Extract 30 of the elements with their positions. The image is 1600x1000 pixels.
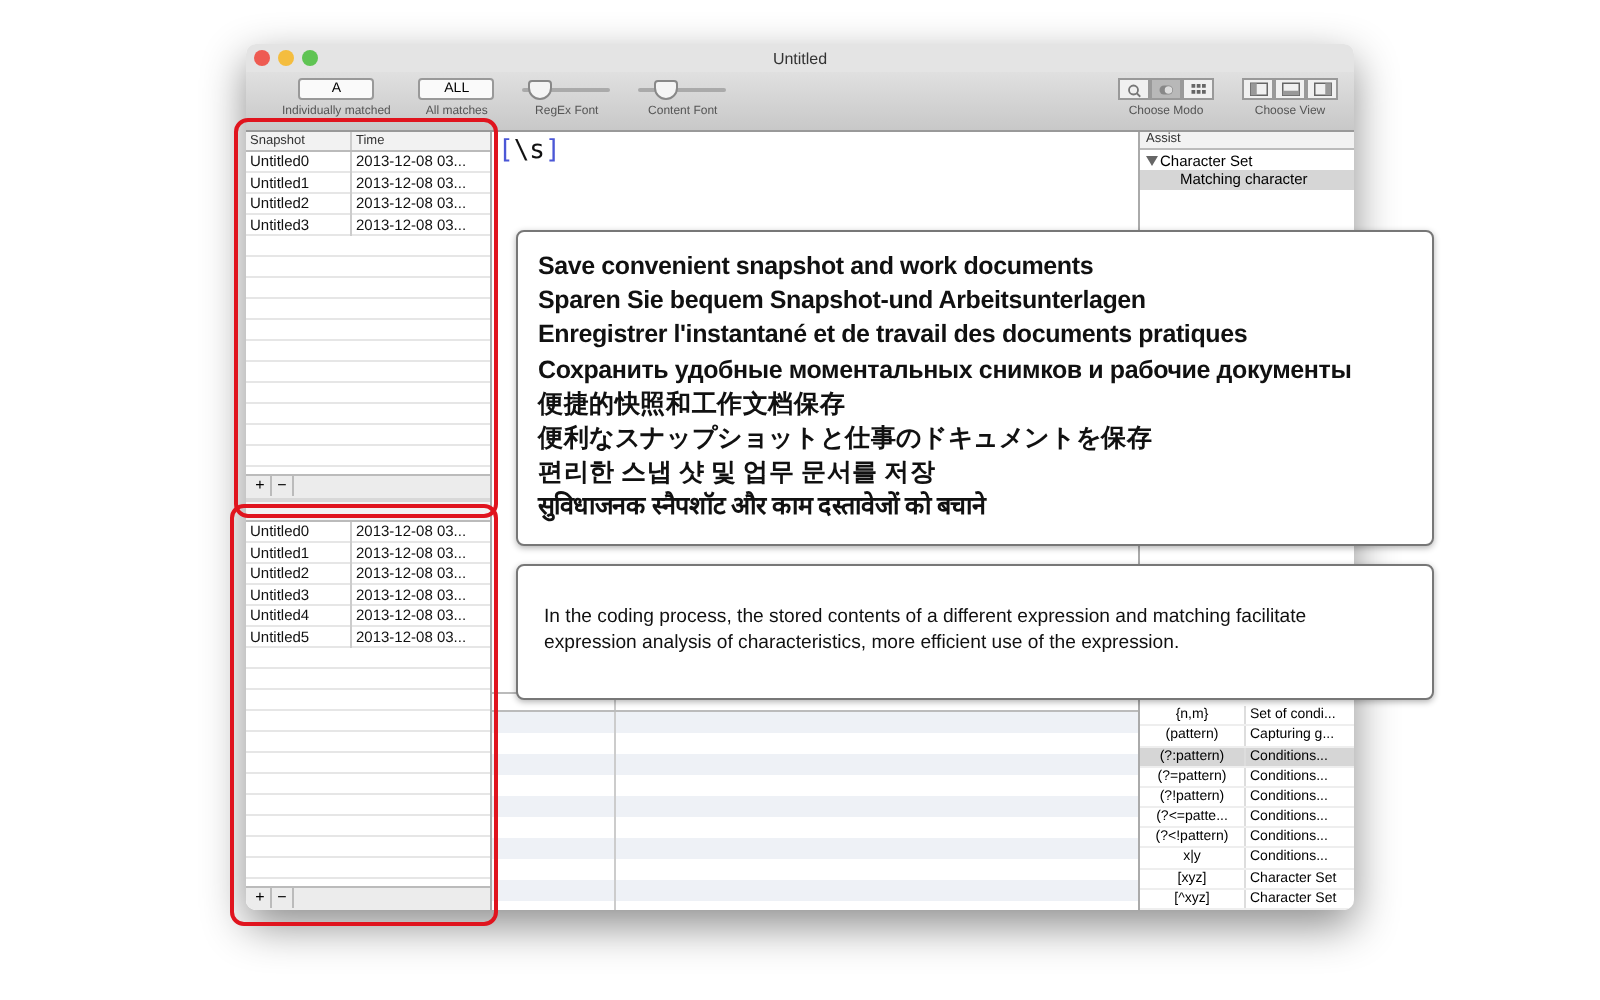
window-title: Untitled — [772, 49, 828, 67]
callout-text: सुविधाजनक स्नैपशॉट और काम दस्तावेजों को बचाने — [538, 490, 989, 526]
grid-icon — [1189, 81, 1207, 97]
table-button[interactable]: − — [272, 476, 294, 496]
segment-button[interactable] — [1242, 78, 1274, 100]
zoom-button[interactable] — [302, 50, 318, 66]
table-button[interactable]: + — [250, 888, 272, 908]
segment-button[interactable] — [1118, 78, 1150, 100]
table-button[interactable]: − — [272, 888, 294, 908]
right-panel-icon — [1313, 81, 1331, 97]
callout-text: Save convenient snapshot and work documents — [538, 250, 1096, 284]
slider-thumb[interactable] — [653, 80, 678, 100]
bottom-panel-icon — [1281, 81, 1299, 97]
segment-button[interactable] — [1306, 78, 1338, 100]
callout-text: In the coding process, the stored contents of a different expression and matching facilitate expression analysis of characteristics, more efficient use of the expression. — [544, 604, 1309, 656]
toggle-icon — [1157, 81, 1175, 97]
callout-text: Сохранить удобные моментальных снимков и рабочие документы — [538, 353, 1354, 388]
callout-text: 便捷的快照和工作文档保存 — [538, 387, 848, 422]
callout-text: 편리한 스냅 샷 및 업무 문서를 저장 — [538, 456, 938, 491]
left-panel-icon — [1249, 81, 1267, 97]
segment-button[interactable] — [1182, 78, 1214, 100]
search-icon — [1125, 81, 1143, 97]
segment-button[interactable] — [1150, 78, 1182, 100]
callout-text: 便利なスナップショットと仕事のドキュメントを保存 — [538, 422, 1155, 457]
segment-button[interactable] — [1274, 78, 1306, 100]
callout-text: Sparen Sie bequem Snapshot-und Arbeitsunterlagen — [538, 284, 1148, 319]
table-button[interactable]: + — [250, 476, 272, 496]
slider-thumb[interactable] — [528, 80, 553, 100]
callout-text: Enregistrer l'instantané et de travail des documents pratiques — [538, 318, 1250, 353]
close-button[interactable] — [254, 50, 270, 66]
